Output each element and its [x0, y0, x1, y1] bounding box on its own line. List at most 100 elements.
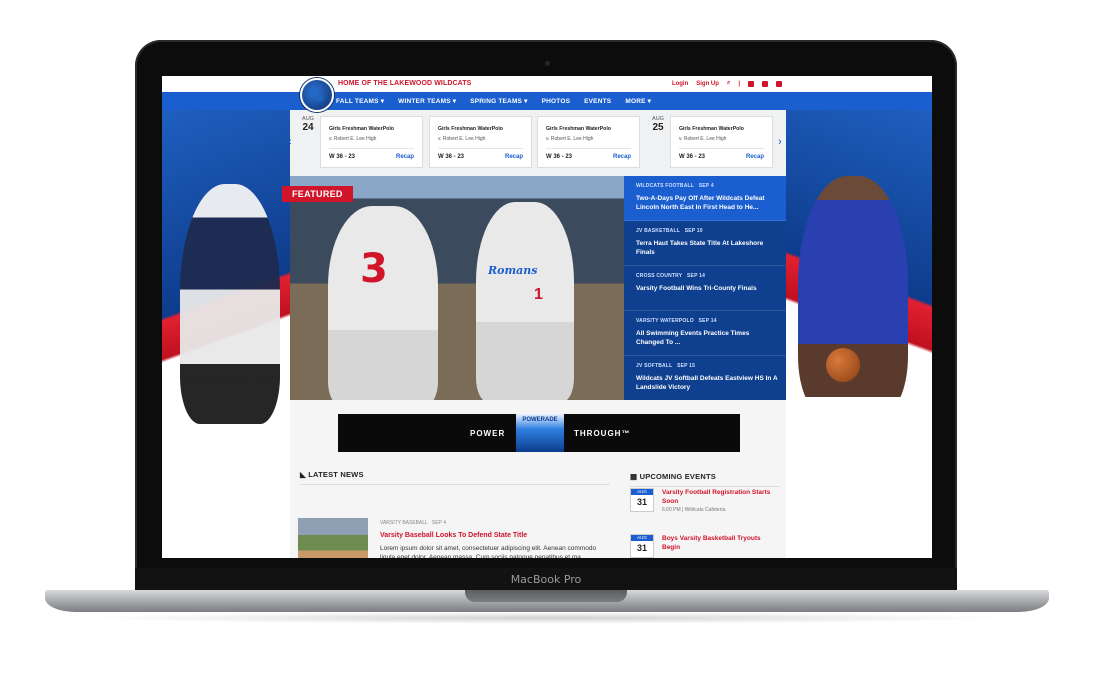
- score-card[interactable]: Girls Freshman WaterPolo v. Robert E. Le…: [537, 116, 640, 168]
- score-team: Girls Freshman WaterPolo: [329, 126, 394, 132]
- headline-meta: JV SOFTBALL SEP 15: [636, 363, 695, 369]
- headline-meta: VARSITY WATERPOLO SEP 14: [636, 318, 717, 324]
- event-detail: 6:00 PM | Wildcats Cafeteria: [662, 507, 726, 513]
- score-opponent: v. Robert E. Lee High: [438, 136, 486, 142]
- nav-more[interactable]: MORE ▾: [625, 97, 651, 105]
- chevron-right-icon[interactable]: ›: [778, 136, 782, 148]
- score-result: W 36 - 23: [438, 154, 465, 160]
- headline-title: Terra Haut Takes State Title At Lakeshor…: [636, 240, 764, 256]
- news-meta: VARSITY BASEBALL SEP 4: [380, 520, 446, 526]
- ad-text-left: POWER: [470, 429, 506, 438]
- nav-events[interactable]: EVENTS: [584, 98, 611, 105]
- calendar-icon: ▦: [630, 472, 638, 481]
- twitter-icon[interactable]: [762, 80, 768, 87]
- utility-bar: [162, 76, 932, 92]
- featured-badge: FEATURED: [282, 186, 353, 202]
- football-player-image: [180, 184, 280, 424]
- news-title-link[interactable]: Varsity Baseball Looks To Defend State T…: [380, 532, 527, 539]
- nav-fall-teams[interactable]: FALL TEAMS ▾: [336, 97, 384, 105]
- score-team: Girls Freshman WaterPolo: [438, 126, 503, 132]
- event-title[interactable]: Boys Varsity Basketball Tryouts Begin: [662, 534, 780, 552]
- divider: [630, 486, 780, 487]
- ad-text-right: THROUGH™: [574, 429, 631, 438]
- score-opponent: v. Robert E. Lee High: [679, 136, 727, 142]
- headline-item[interactable]: JV BASKETBALL SEP 10 Terra Haut Takes St…: [624, 221, 786, 266]
- divider: [679, 148, 764, 149]
- event-date-badge: AUG 31: [630, 534, 654, 558]
- wildcats-logo-icon[interactable]: 🐾: [300, 78, 334, 112]
- rss-icon: ◣: [300, 470, 306, 479]
- jersey-number: 1: [534, 286, 543, 303]
- headline-meta: JV BASKETBALL SEP 10: [636, 228, 703, 234]
- divider: [300, 484, 610, 485]
- event-date-badge: AUG 31: [630, 488, 654, 512]
- headline-category: WILDCATS FOOTBALL: [636, 183, 694, 189]
- headline-item[interactable]: WILDCATS FOOTBALL SEP 4 Two-A-Days Pay O…: [624, 176, 786, 221]
- event-item[interactable]: AUG 31 Boys Varsity Basketball Tryouts B…: [630, 534, 780, 558]
- signup-link[interactable]: Sign Up: [696, 81, 719, 87]
- login-link[interactable]: Login: [672, 81, 688, 87]
- scores-ticker: ‹ › AUG 24 Girls Freshman WaterPolo v. R…: [288, 110, 786, 176]
- powerade-ad-banner[interactable]: POWER POWERADE THROUGH™: [338, 414, 740, 452]
- score-result: W 36 - 23: [329, 154, 356, 160]
- headline-title: Varsity Football Wins Tri-County Finals: [636, 285, 757, 292]
- chevron-left-icon[interactable]: ‹: [288, 136, 292, 148]
- score-team: Girls Freshman WaterPolo: [546, 126, 611, 132]
- event-title[interactable]: Varsity Football Registration Starts Soo…: [662, 488, 780, 506]
- main-nav: FALL TEAMS ▾ WINTER TEAMS ▾ SPRING TEAMS…: [162, 92, 932, 110]
- headline-list: WILDCATS FOOTBALL SEP 4 Two-A-Days Pay O…: [624, 176, 786, 401]
- headline-category: JV BASKETBALL: [636, 228, 680, 234]
- headline-date: SEP 10: [684, 228, 703, 234]
- laptop-shadow: [80, 612, 1014, 624]
- utility-links: Login Sign Up ⌕ |: [672, 80, 782, 87]
- screen: 🐾 HOME OF THE LAKEWOOD WILDCATS Login Si…: [162, 76, 932, 558]
- headline-date: SEP 15: [677, 363, 696, 369]
- laptop-notch: [465, 590, 627, 602]
- headline-category: CROSS COUNTRY: [636, 273, 683, 279]
- score-team: Girls Freshman WaterPolo: [679, 126, 744, 132]
- score-card[interactable]: Girls Freshman WaterPolo v. Robert E. Le…: [320, 116, 423, 168]
- score-card[interactable]: Girls Freshman WaterPolo v. Robert E. Le…: [670, 116, 773, 168]
- headline-meta: CROSS COUNTRY SEP 14: [636, 273, 705, 279]
- search-icon[interactable]: ⌕: [727, 80, 730, 87]
- headline-title: All Swimming Events Practice Times Chang…: [636, 330, 750, 346]
- main-content: ‹ › AUG 24 Girls Freshman WaterPolo v. R…: [282, 110, 786, 558]
- latest-news-title: LATEST NEWS: [308, 470, 364, 479]
- featured-image[interactable]: 3 Romans 1: [290, 176, 624, 400]
- nav-winter-teams[interactable]: WINTER TEAMS ▾: [398, 97, 456, 105]
- score-opponent: v. Robert E. Lee High: [329, 136, 377, 142]
- player-image: [476, 202, 574, 400]
- instagram-icon[interactable]: [776, 80, 782, 87]
- player-image: [328, 206, 438, 400]
- headline-item[interactable]: VARSITY WATERPOLO SEP 14 All Swimming Ev…: [624, 311, 786, 356]
- nav-photos[interactable]: PHOTOS: [542, 98, 571, 105]
- score-date-day: 24: [302, 122, 314, 133]
- event-day: 31: [636, 497, 647, 507]
- recap-link[interactable]: Recap: [505, 154, 523, 160]
- jersey-number: 3: [360, 246, 388, 292]
- divider: [329, 148, 414, 149]
- nav-spring-teams[interactable]: SPRING TEAMS ▾: [470, 97, 527, 105]
- score-card[interactable]: Girls Freshman WaterPolo v. Robert E. Le…: [429, 116, 532, 168]
- news-category: VARSITY BASEBALL: [380, 520, 428, 526]
- news-thumbnail[interactable]: [298, 518, 368, 558]
- news-date: SEP 4: [431, 520, 446, 526]
- jersey-text: Romans: [488, 264, 538, 277]
- divider: |: [738, 80, 740, 87]
- score-result: W 36 - 23: [679, 154, 706, 160]
- upcoming-events-title: UPCOMING EVENTS: [639, 472, 716, 481]
- basketball-image: [826, 348, 860, 382]
- recap-link[interactable]: Recap: [746, 154, 764, 160]
- headline-item[interactable]: CROSS COUNTRY SEP 14 Varsity Football Wi…: [624, 266, 786, 311]
- divider: [546, 148, 631, 149]
- recap-link[interactable]: Recap: [396, 154, 414, 160]
- headline-item[interactable]: JV SOFTBALL SEP 15 Wildcats JV Softball …: [624, 356, 786, 401]
- headline-date: SEP 14: [687, 273, 706, 279]
- event-item[interactable]: AUG 31 Varsity Football Registration Sta…: [630, 488, 780, 528]
- headline-date: SEP 4: [698, 183, 714, 189]
- site-tagline: HOME OF THE LAKEWOOD WILDCATS: [338, 80, 472, 87]
- facebook-icon[interactable]: [748, 80, 754, 87]
- upcoming-events-heading: ▦ UPCOMING EVENTS: [630, 472, 716, 481]
- basketball-player-image: [798, 176, 908, 416]
- recap-link[interactable]: Recap: [613, 154, 631, 160]
